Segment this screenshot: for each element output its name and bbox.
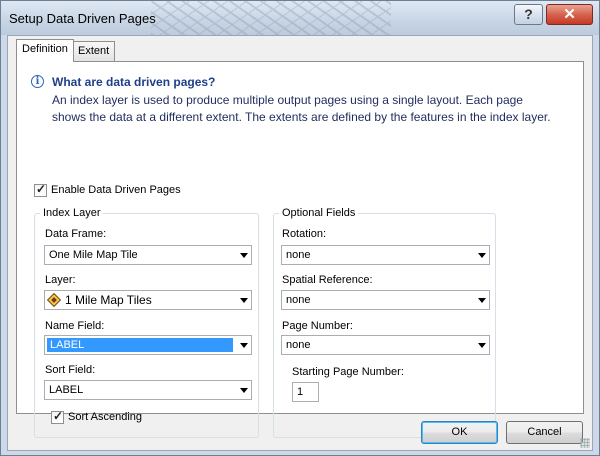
tab-extent[interactable]: Extent (72, 41, 116, 61)
dialog-title: Setup Data Driven Pages (9, 11, 156, 26)
data-frame-label: Data Frame: (45, 228, 107, 240)
sort-ascending-label: Sort Ascending (68, 411, 142, 423)
enable-ddp-checkbox[interactable]: ✓ (34, 182, 47, 197)
close-button[interactable]: ✕ (546, 4, 593, 25)
resize-grip[interactable] (580, 438, 590, 448)
page-number-value: none (286, 339, 311, 351)
chevron-down-icon (240, 388, 248, 393)
title-bar-background (151, 1, 391, 35)
chevron-down-icon (240, 343, 248, 348)
definition-panel: i What are data driven pages? An index l… (16, 61, 584, 438)
info-text: An index layer is used to produce multip… (52, 93, 551, 124)
title-bar[interactable]: Setup Data Driven Pages ? ✕ (1, 1, 599, 35)
spatial-reference-select[interactable]: none (281, 290, 490, 310)
cancel-button[interactable]: Cancel (506, 421, 583, 444)
info-heading: What are data driven pages? (52, 75, 216, 89)
name-field-value: LABEL (50, 339, 85, 351)
layer-value: 1 Mile Map Tiles (65, 293, 152, 307)
ok-button[interactable]: OK (421, 421, 498, 444)
optional-fields-title: Optional Fields (279, 207, 359, 219)
name-field-label: Name Field: (45, 320, 105, 332)
spatial-reference-label: Spatial Reference: (282, 274, 373, 286)
help-button[interactable]: ? (514, 4, 543, 25)
chevron-down-icon (478, 253, 486, 258)
rotation-select[interactable]: none (281, 245, 490, 265)
data-frame-select[interactable]: One Mile Map Tile (44, 245, 252, 265)
sort-field-select[interactable]: LABEL (44, 380, 252, 400)
page-number-select[interactable]: none (281, 335, 490, 355)
layer-select[interactable]: 1 Mile Map Tiles (44, 290, 252, 310)
index-layer-group: Index Layer Data Frame: One Mile Map Til… (34, 207, 259, 438)
optional-fields-group: Optional Fields Rotation: none Spatial R… (273, 207, 496, 438)
layer-label: Layer: (45, 274, 76, 286)
chevron-down-icon (478, 298, 486, 303)
dialog-window: Setup Data Driven Pages ? ✕ Definition E… (0, 0, 600, 456)
chevron-down-icon (240, 298, 248, 303)
checkmark-icon: ✓ (36, 182, 47, 196)
tab-definition[interactable]: Definition (16, 39, 74, 62)
name-field-select[interactable]: LABEL (44, 335, 252, 355)
rotation-value: none (286, 249, 311, 261)
starting-page-number-input[interactable]: 1 (292, 382, 319, 402)
info-icon: i (31, 75, 44, 88)
checkmark-icon: ✓ (53, 409, 64, 423)
rotation-label: Rotation: (282, 228, 327, 240)
chevron-down-icon (240, 253, 248, 258)
chevron-down-icon (478, 343, 486, 348)
data-frame-value: One Mile Map Tile (49, 249, 138, 261)
index-layer-title: Index Layer (40, 207, 104, 219)
starting-page-number-label: Starting Page Number: (292, 366, 404, 378)
sort-ascending-checkbox[interactable]: ✓ (51, 409, 64, 424)
sort-field-value: LABEL (49, 384, 84, 396)
polygon-layer-icon (46, 292, 62, 308)
sort-field-label: Sort Field: (45, 364, 96, 376)
page-number-label: Page Number: (282, 320, 353, 332)
dialog-body: Definition Extent i What are data driven… (7, 35, 593, 451)
spatial-reference-value: none (286, 294, 311, 306)
enable-ddp-label: Enable Data Driven Pages (51, 184, 181, 196)
